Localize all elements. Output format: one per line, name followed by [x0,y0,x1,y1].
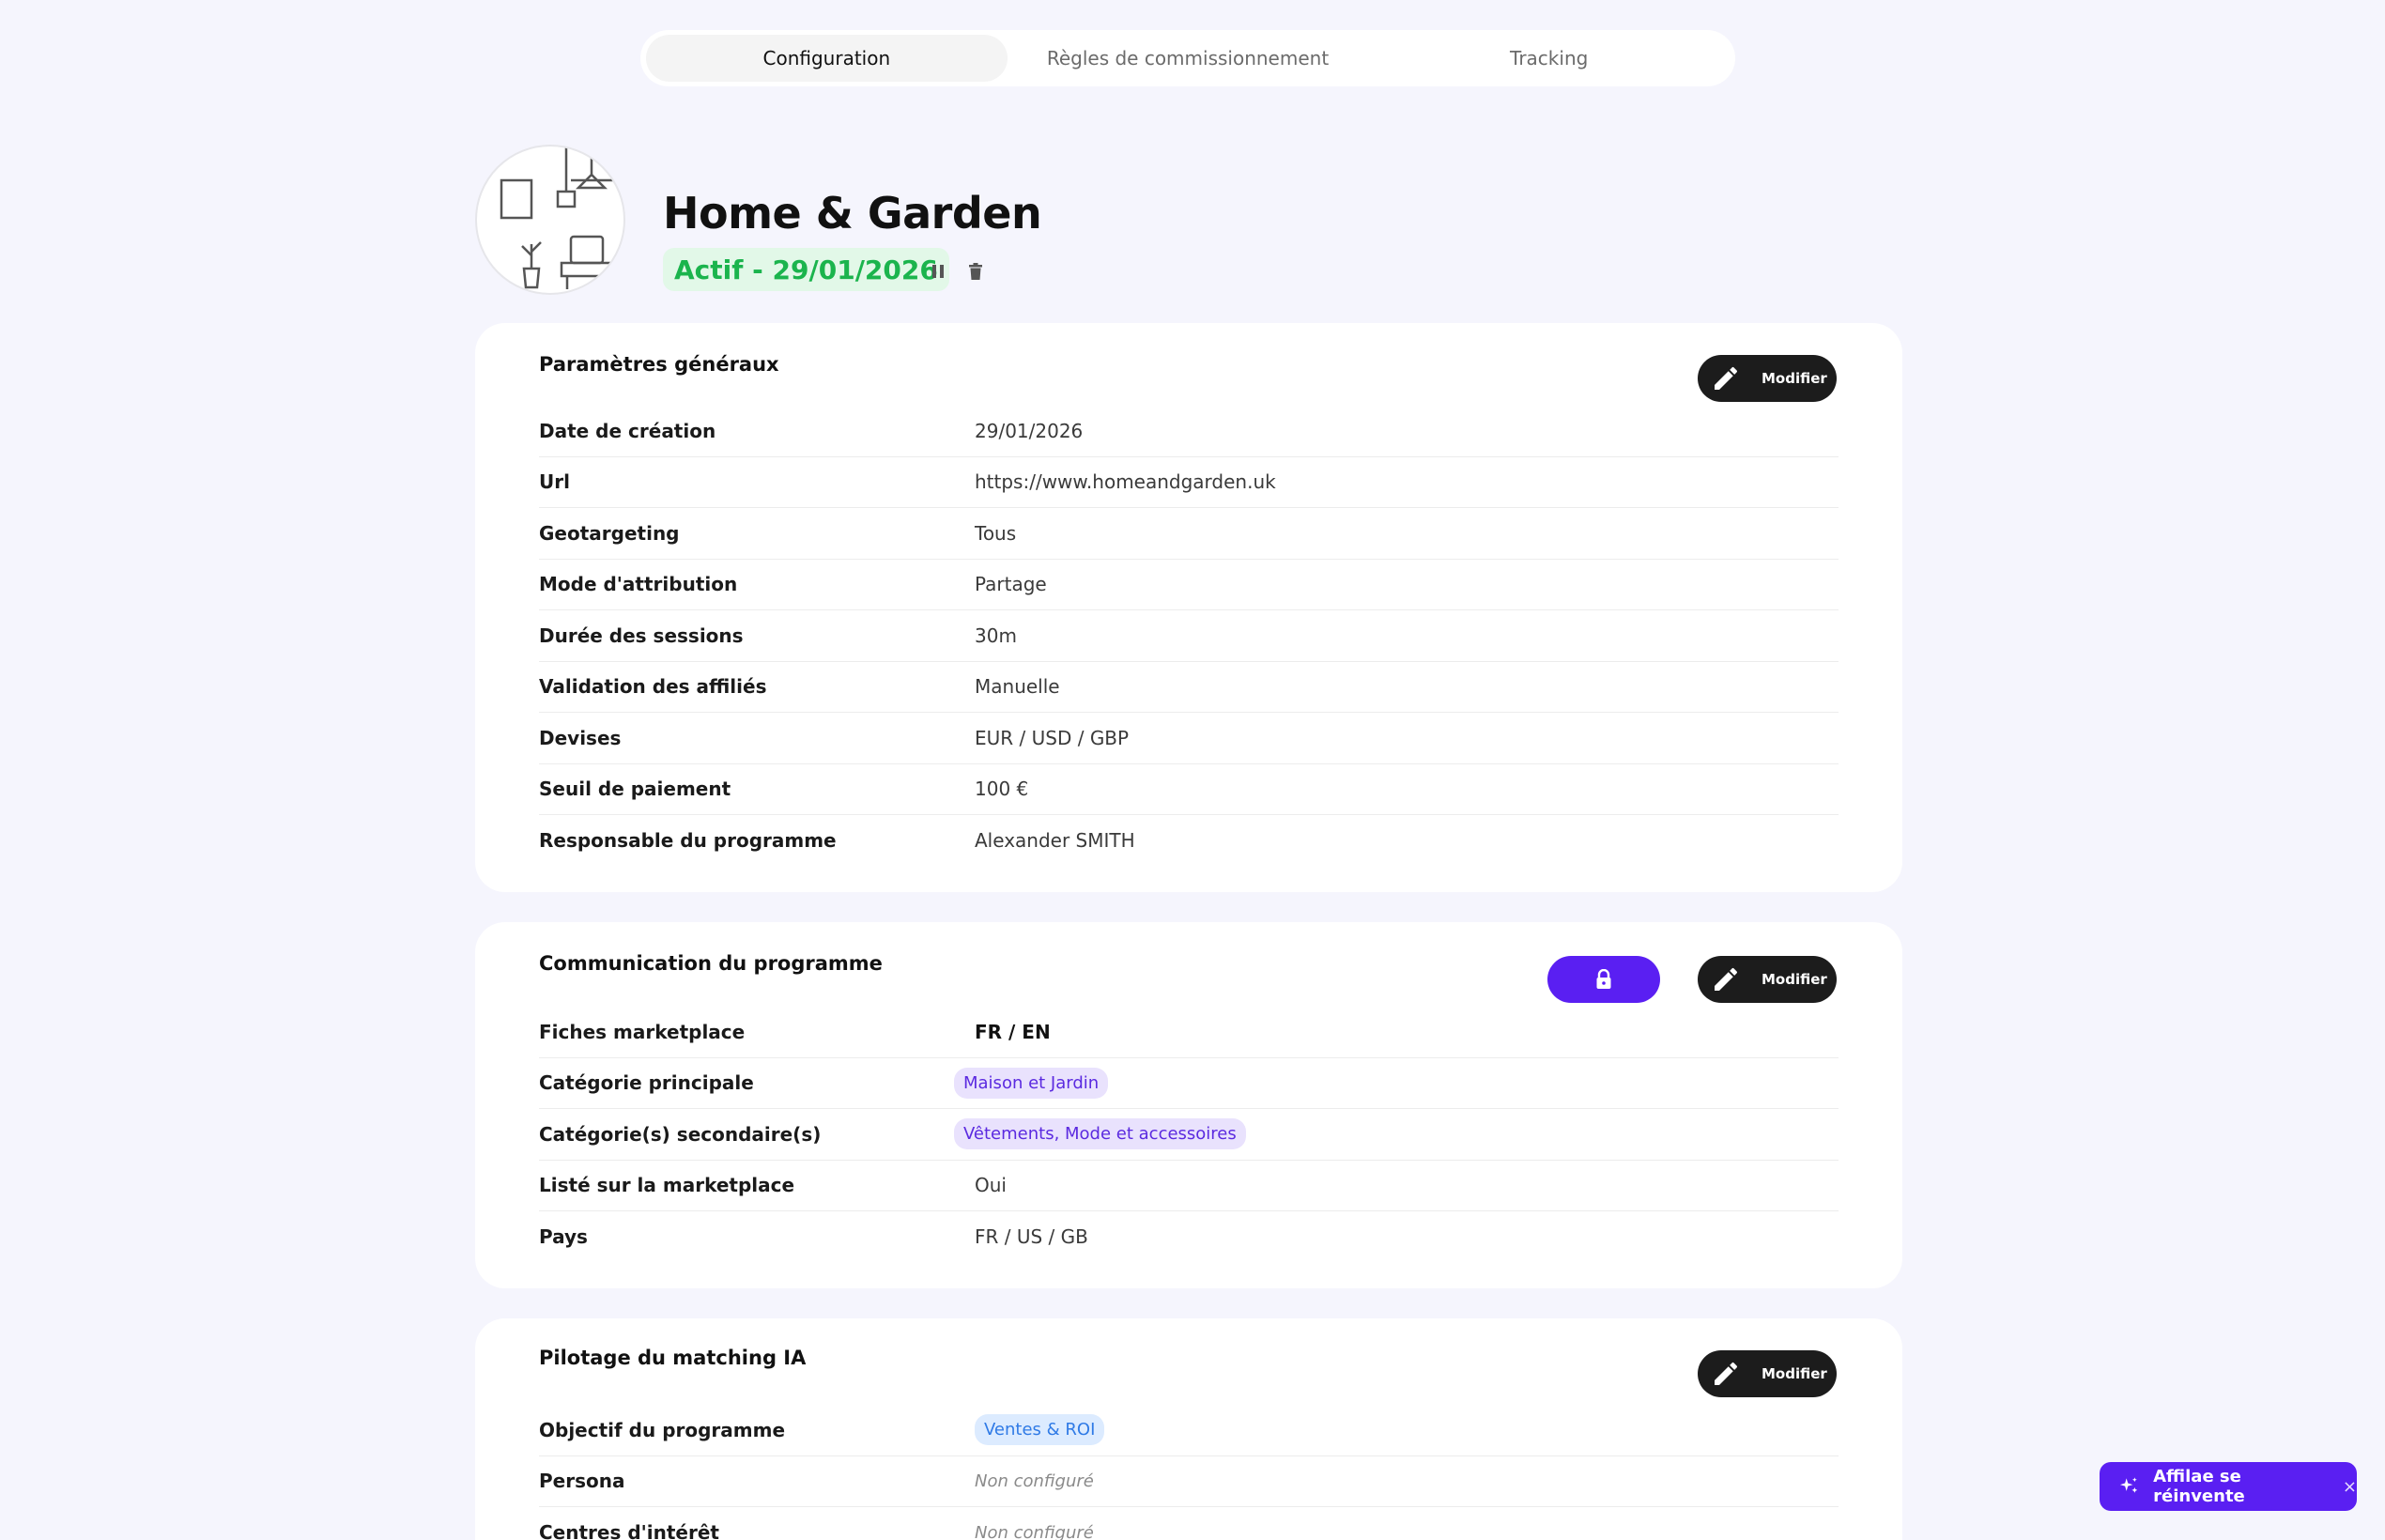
list-item: Date de création 29/01/2026 [539,406,1839,457]
row-label: Catégorie principale [539,1071,754,1095]
row-label: Fiches marketplace [539,1020,746,1043]
status-badge: Actif - 29/01/2026 [663,248,949,291]
communication-card: Communication du programme Modifier Fich… [475,922,1902,1288]
row-label: Catégorie(s) secondaire(s) [539,1122,822,1146]
program-logo [475,145,625,295]
objective-tag: Ventes & ROI [975,1414,1105,1446]
category-tag: Maison et Jardin [954,1067,1109,1099]
row-value: FR / US / GB [975,1225,1088,1249]
edit-label: Modifier [1762,971,1827,988]
edit-communication-button[interactable]: Modifier [1698,956,1837,1003]
tab-commission-rules[interactable]: Règles de commissionnement [1008,35,1369,82]
general-settings-card: Paramètres généraux Modifier Date de cré… [475,323,1902,892]
list-item: Catégorie(s) secondaire(s) Vêtements, Mod… [539,1109,1839,1161]
row-value: Non configuré [975,1522,1094,1540]
list-item: Centres d'intérêt Non configuré [539,1507,1839,1540]
list-item: Responsable du programme Alexander SMITH [539,815,1839,867]
row-value: Manuelle [975,675,1060,699]
list-item: Catégorie principale Maison et Jardin [539,1058,1839,1109]
row-value: FR / EN [975,1020,1051,1043]
row-value: Oui [975,1174,1007,1197]
communication-list: Fiches marketplace FR / EN Catégorie prin… [539,1007,1839,1263]
card-title: Paramètres généraux [539,353,779,376]
list-item: Pays FR / US / GB [539,1211,1839,1263]
pencil-icon [1715,1362,1738,1385]
general-settings-list: Date de création 29/01/2026 Url https://ww… [539,406,1839,867]
ai-matching-card: Pilotage du matching IA Modifier Objecti… [475,1318,1902,1540]
row-value: Tous [975,521,1017,545]
ai-announcement-button[interactable]: Affilae se réinvente × [2100,1462,2357,1511]
pencil-icon [1715,967,1738,991]
row-value: 100 € [975,778,1029,801]
list-item: Durée des sessions 30m [539,610,1839,662]
list-item: Seuil de paiement 100 € [539,764,1839,815]
ai-announcement-label: Affilae se réinvente [2153,1467,2245,1506]
edit-label: Modifier [1762,370,1827,387]
lock-icon [1596,969,1611,989]
row-label: Persona [539,1470,625,1493]
pause-icon[interactable] [928,261,948,282]
tab-tracking[interactable]: Tracking [1368,35,1730,82]
ai-matching-list: Objectif du programme Ventes & ROI Person… [539,1405,1839,1540]
row-label: Date de création [539,419,716,442]
list-item: Mode d'attribution Partage [539,560,1839,610]
program-header: Home & Garden Actif - 29/01/2026 [475,145,1902,295]
row-value: 29/01/2026 [975,419,1084,442]
edit-label: Modifier [1762,1365,1827,1382]
row-label: Mode d'attribution [539,573,738,596]
list-item: Url https://www.homeandgarden.uk [539,457,1839,508]
edit-general-button[interactable]: Modifier [1698,355,1837,402]
row-label: Seuil de paiement [539,778,731,801]
trash-icon[interactable] [965,261,986,282]
sparkle-icon [2119,1477,2138,1493]
row-label: Devises [539,726,622,749]
list-item: Devises EUR / USD / GBP [539,713,1839,764]
row-value: Alexander SMITH [975,829,1135,853]
list-item: Persona Non configuré [539,1456,1839,1507]
card-title: Pilotage du matching IA [539,1347,807,1369]
tab-bar: Configuration Règles de commissionnement… [640,30,1735,86]
row-label: Validation des affiliés [539,675,767,699]
list-item: Validation des affiliés Manuelle [539,662,1839,713]
row-label: Durée des sessions [539,624,744,647]
row-label: Responsable du programme [539,829,837,853]
row-label: Geotargeting [539,521,680,545]
row-label: Centres d'intérêt [539,1521,719,1540]
list-item: Objectif du programme Ventes & ROI [539,1405,1839,1456]
lock-button[interactable] [1547,956,1660,1003]
pencil-icon [1715,366,1738,390]
list-item: Geotargeting Tous [539,508,1839,560]
row-label: Pays [539,1225,588,1249]
tab-configuration[interactable]: Configuration [646,35,1008,82]
row-value: EUR / USD / GBP [975,726,1130,749]
row-label: Listé sur la marketplace [539,1174,795,1197]
list-item: Fiches marketplace FR / EN [539,1007,1839,1058]
row-value: https://www.homeandgarden.uk [975,470,1276,494]
row-label: Url [539,470,570,494]
row-value: Partage [975,573,1047,596]
close-icon[interactable]: × [2343,1477,2357,1497]
row-value: Non configuré [975,1471,1094,1491]
row-label: Objectif du programme [539,1418,786,1441]
edit-matching-button[interactable]: Modifier [1698,1350,1837,1397]
list-item: Listé sur la marketplace Oui [539,1161,1839,1211]
category-tag: Vêtements, Mode et accessoires [954,1118,1246,1150]
program-title: Home & Garden [663,188,1042,239]
row-value: 30m [975,624,1017,647]
card-title: Communication du programme [539,952,883,975]
